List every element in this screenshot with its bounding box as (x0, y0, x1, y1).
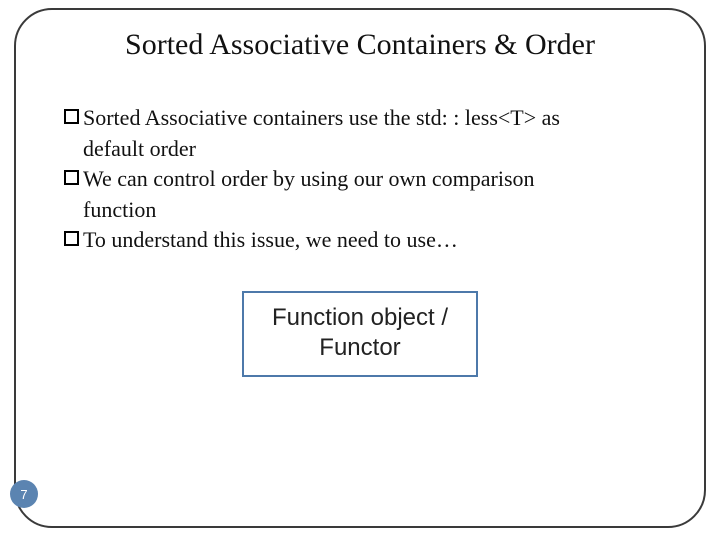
slide-frame: Sorted Associative Containers & Order So… (14, 8, 706, 528)
bullet-list: Sorted Associative containers use the st… (64, 104, 656, 255)
slide-title: Sorted Associative Containers & Order (16, 28, 704, 62)
bullet-continuation: default order (83, 135, 656, 164)
callout-line: Function object / (272, 303, 448, 333)
bullet-text: Sorted Associative containers use the st… (83, 104, 656, 133)
callout-container: Function object / Functor (16, 291, 704, 377)
list-item: Sorted Associative containers use the st… (64, 104, 656, 133)
square-bullet-icon (64, 109, 79, 124)
callout-box: Function object / Functor (242, 291, 478, 377)
callout-line: Functor (272, 333, 448, 363)
square-bullet-icon (64, 170, 79, 185)
bullet-continuation: function (83, 196, 656, 225)
bullet-text: We can control order by using our own co… (83, 165, 656, 194)
page-number-badge: 7 (10, 480, 38, 508)
list-item: To understand this issue, we need to use… (64, 226, 656, 255)
bullet-text: To understand this issue, we need to use… (83, 226, 656, 255)
list-item: We can control order by using our own co… (64, 165, 656, 194)
square-bullet-icon (64, 231, 79, 246)
